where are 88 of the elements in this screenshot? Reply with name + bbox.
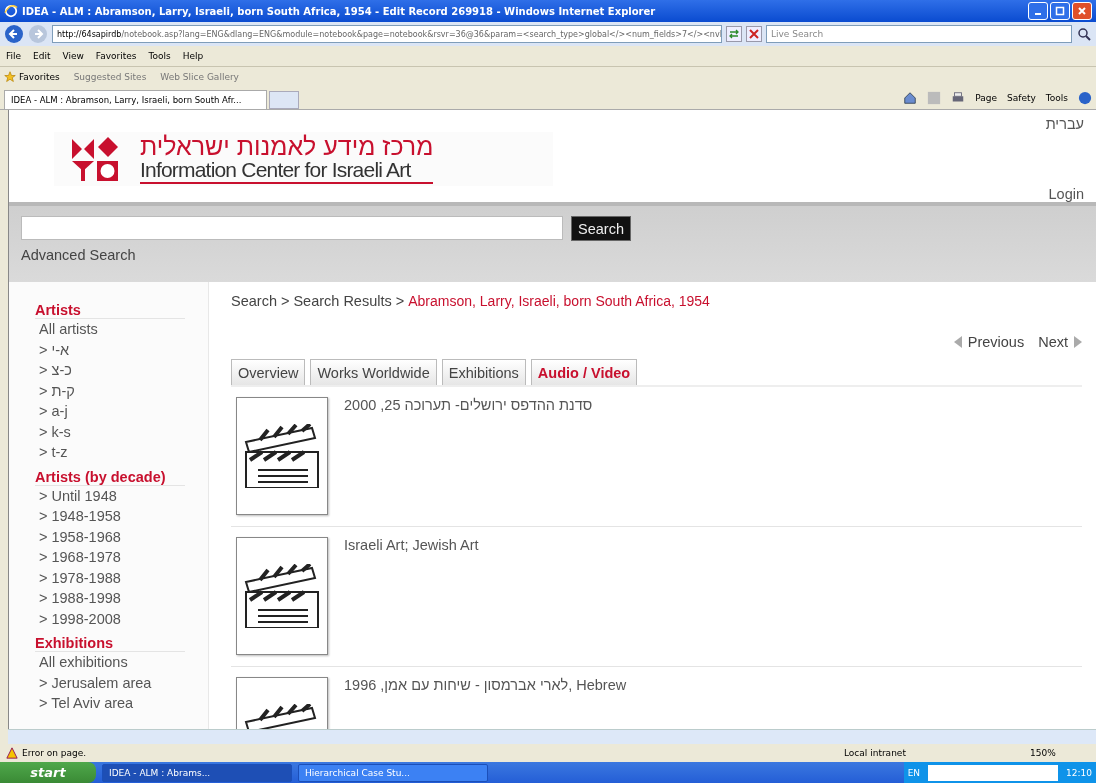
- breadcrumb-separator: >: [395, 293, 405, 309]
- browser-tab[interactable]: IDEA - ALM : Abramson, Larry, Israeli, born South Afr...: [4, 90, 267, 109]
- menu-item[interactable]: Favorites: [95, 51, 137, 61]
- command-bar-button[interactable]: Tools: [1045, 93, 1068, 103]
- sidebar-heading: Artists (by decade): [35, 468, 185, 486]
- search-button[interactable]: Search: [571, 216, 631, 241]
- sidebar-link[interactable]: All exhibitions: [35, 652, 208, 673]
- window-title: IDEA - ALM : Abramson, Larry, Israeli, born South Africa, 1954 - Edit Record 269918 - Windows Internet Explorer: [22, 5, 657, 17]
- close-icon: [1077, 6, 1087, 16]
- close-button[interactable]: [1072, 2, 1092, 20]
- address-field[interactable]: http://64sapirdb/notebook.asp?lang=ENG&dlang=ENG&module=notebook&page=notebook&rsvr=36@36&param=<search_type>global</><num_fields>7</><nvl: [52, 25, 722, 43]
- sidebar-link[interactable]: > 1958-1968: [35, 526, 208, 547]
- sidebar-heading: Artists: [35, 302, 185, 319]
- browser-logo-icon: [4, 4, 18, 18]
- sidebar-link[interactable]: > 1998-2008: [35, 608, 208, 629]
- content-tab[interactable]: Audio / Video: [530, 359, 638, 385]
- breadcrumb-link[interactable]: Search: [231, 293, 277, 309]
- start-button[interactable]: start: [0, 762, 96, 783]
- stop-icon[interactable]: [746, 26, 762, 42]
- menu-item[interactable]: View: [62, 51, 84, 61]
- next-link[interactable]: Next: [1038, 334, 1082, 350]
- sidebar-link[interactable]: > א-י: [35, 339, 208, 360]
- search-icon[interactable]: [1076, 26, 1092, 42]
- minimize-icon: [1035, 13, 1041, 15]
- result-title[interactable]: לארי אברמסון - שיחות עם אמן, 1996, Hebrew: [344, 677, 627, 729]
- sidebar-link[interactable]: > t-z: [35, 442, 208, 463]
- warning-icon: [6, 747, 18, 759]
- printer-icon[interactable]: [951, 91, 966, 105]
- breadcrumb-current: Abramson, Larry, Israeli, born South Africa, 1954: [408, 293, 710, 309]
- clock: 12:10: [1066, 767, 1092, 778]
- favorites-bar-link[interactable]: Web Slice Gallery: [160, 72, 239, 82]
- home-icon[interactable]: [903, 91, 918, 105]
- command-bar-button[interactable]: Safety: [1007, 93, 1036, 103]
- back-button-icon[interactable]: [4, 24, 24, 44]
- sidebar-link[interactable]: > Until 1948: [35, 485, 208, 506]
- clapperboard-icon: [242, 424, 322, 488]
- language-link[interactable]: עברית: [1045, 116, 1084, 132]
- horizontal-scrollbar[interactable]: [8, 729, 1096, 744]
- breadcrumb-link[interactable]: Search Results: [293, 293, 392, 309]
- right-triangle-icon: [1074, 336, 1082, 348]
- minimize-button[interactable]: [1028, 2, 1048, 20]
- status-message: Error on page.: [6, 747, 838, 759]
- sidebar-link[interactable]: > כ-צ: [35, 360, 208, 381]
- content-tab[interactable]: Exhibitions: [441, 359, 526, 385]
- taskbar-button[interactable]: IDEA - ALM : Abrams...: [102, 763, 292, 782]
- search-input[interactable]: [21, 216, 563, 240]
- menu-item[interactable]: File: [6, 51, 22, 61]
- favorites-bar-link[interactable]: Suggested Sites: [73, 72, 147, 82]
- sidebar-link[interactable]: > 1978-1988: [35, 567, 208, 588]
- sidebar-link[interactable]: > Tel Aviv area: [35, 693, 208, 714]
- sidebar-link[interactable]: All artists: [35, 319, 208, 340]
- maximize-icon: [1055, 6, 1065, 16]
- menu-item[interactable]: Help: [182, 51, 204, 61]
- menu-item[interactable]: Edit: [33, 51, 51, 61]
- advanced-search-link[interactable]: Advanced Search: [21, 247, 1084, 263]
- result-title[interactable]: סדנת ההדפס ירושלים- תערוכה 25, 2000: [344, 397, 593, 516]
- previous-link[interactable]: Previous: [953, 334, 1025, 350]
- content-tab[interactable]: Overview: [231, 359, 306, 385]
- video-thumbnail[interactable]: [236, 537, 328, 655]
- sidebar-link[interactable]: > k-s: [35, 421, 208, 442]
- zoom-level[interactable]: 150%: [1030, 748, 1090, 758]
- sidebar-link[interactable]: > Jerusalem area: [35, 672, 208, 693]
- toolbar-search-field[interactable]: [928, 764, 1059, 781]
- clapperboard-icon: [242, 564, 322, 628]
- left-triangle-icon: [953, 336, 962, 348]
- favorites-button[interactable]: Favorites: [4, 71, 60, 83]
- logo-icon: [70, 137, 120, 181]
- sidebar-heading: Exhibitions: [35, 635, 185, 652]
- star-icon: [4, 71, 16, 83]
- sidebar-link[interactable]: > 1988-1998: [35, 588, 208, 609]
- logo-hebrew-text: מרכז מידע לאמנות ישראלית: [140, 134, 434, 159]
- taskbar-button[interactable]: Hierarchical Case Stu...: [298, 763, 488, 782]
- content-tab[interactable]: Works Worldwide: [310, 359, 437, 385]
- result-title[interactable]: Israeli Art; Jewish Art: [344, 537, 479, 656]
- sidebar-link[interactable]: > ק-ת: [35, 380, 208, 401]
- breadcrumb-separator: >: [280, 293, 290, 309]
- search-field[interactable]: Live Search: [766, 25, 1072, 43]
- sidebar-link[interactable]: > 1968-1978: [35, 547, 208, 568]
- menu-item[interactable]: Tools: [148, 51, 171, 61]
- sidebar-link[interactable]: > a-j: [35, 401, 208, 422]
- logo-english-text: Information Center for Israeli Art: [140, 159, 434, 184]
- security-zone: Local intranet: [844, 748, 907, 758]
- sidebar-link[interactable]: > 1948-1958: [35, 506, 208, 527]
- login-link[interactable]: Login: [1048, 186, 1084, 202]
- video-thumbnail[interactable]: [236, 397, 328, 515]
- refresh-icon[interactable]: [726, 26, 742, 42]
- maximize-button[interactable]: [1050, 2, 1070, 20]
- command-bar-button[interactable]: Page: [975, 93, 998, 103]
